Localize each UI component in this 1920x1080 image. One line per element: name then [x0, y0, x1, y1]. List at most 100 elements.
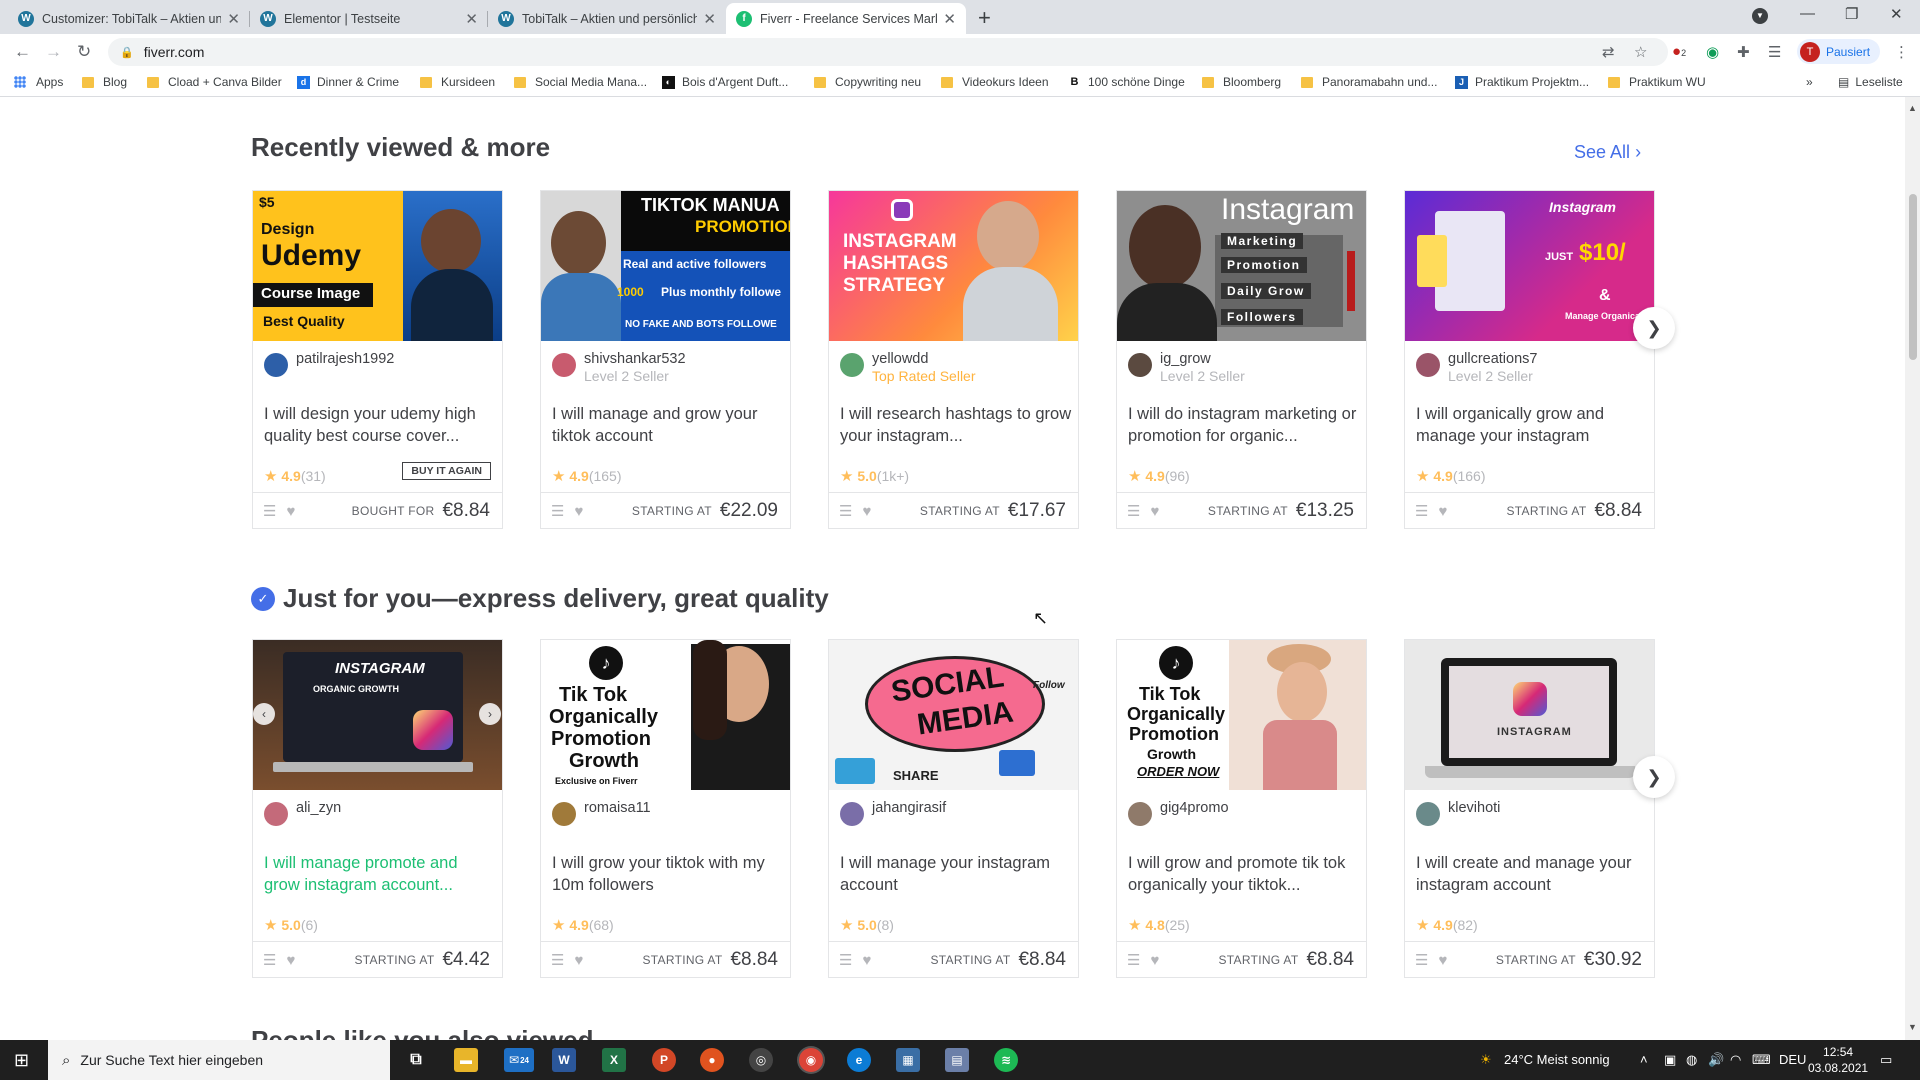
gig-card[interactable]: INSTAGRAM HASHTAGS STRATEGY yellowdd Top …: [828, 190, 1079, 529]
heart-icon[interactable]: ♥: [1150, 503, 1159, 520]
bookmark-folder[interactable]: Cload + Canva Bilder: [147, 75, 282, 89]
list-icon[interactable]: ☰: [839, 951, 852, 969]
minimize-icon[interactable]: —: [1800, 5, 1815, 22]
gig-thumbnail[interactable]: INSTAGRAM: [1405, 640, 1654, 790]
scrollbar-thumb[interactable]: [1909, 194, 1917, 360]
slide-prev-button[interactable]: ‹: [253, 703, 275, 725]
reading-list-button[interactable]: ▤ Leseliste: [1838, 75, 1903, 89]
word-icon[interactable]: W: [552, 1048, 576, 1072]
wifi-icon[interactable]: ◠: [1730, 1052, 1741, 1068]
bookmark-folder[interactable]: Copywriting neu: [814, 75, 921, 89]
bookmark-link[interactable]: J Praktikum Projektm...: [1455, 75, 1589, 89]
app-icon[interactable]: ▤: [945, 1048, 969, 1072]
powerpoint-icon[interactable]: P: [652, 1048, 676, 1072]
taskbar-search[interactable]: ⌕ Zur Suche Text hier eingeben: [48, 1040, 390, 1080]
heart-icon[interactable]: ♥: [1438, 503, 1447, 520]
tab-elementor[interactable]: W Elementor | Testseite ✕: [250, 3, 488, 34]
carousel-next-button[interactable]: ❯: [1633, 756, 1675, 798]
heart-icon[interactable]: ♥: [862, 503, 871, 520]
seller-name[interactable]: klevihoti: [1448, 800, 1500, 816]
seller-name[interactable]: gig4promo: [1160, 800, 1229, 816]
gig-card[interactable]: ♪ Tik Tok Organically Promotion Growth E…: [540, 639, 791, 978]
bookmark-folder[interactable]: Praktikum WU: [1608, 75, 1706, 89]
gig-title[interactable]: I will design your udemy high quality be…: [264, 403, 496, 447]
windows-start-icon[interactable]: ⊞: [14, 1050, 29, 1071]
close-icon[interactable]: ✕: [943, 10, 956, 28]
media-queue-icon[interactable]: ☰: [1768, 43, 1781, 61]
gig-thumbnail[interactable]: INSTAGRAM HASHTAGS STRATEGY: [829, 191, 1078, 341]
file-explorer-icon[interactable]: ▬: [454, 1048, 478, 1072]
gig-thumbnail[interactable]: INSTAGRAM ORGANIC GROWTH ‹ ›: [253, 640, 502, 790]
app-icon[interactable]: ◎: [749, 1048, 773, 1072]
bookmark-folder[interactable]: Bloomberg: [1202, 75, 1281, 89]
gig-thumbnail[interactable]: Instagram JUST $10/ & Manage Organically: [1405, 191, 1654, 341]
keyboard-icon[interactable]: ⌨: [1752, 1052, 1771, 1068]
gig-thumbnail[interactable]: SOCIAL MEDIA SHARE Follow: [829, 640, 1078, 790]
list-icon[interactable]: ☰: [839, 502, 852, 520]
profile-button[interactable]: T Pausiert: [1797, 39, 1881, 64]
list-icon[interactable]: ☰: [1127, 951, 1140, 969]
list-icon[interactable]: ☰: [551, 951, 564, 969]
gig-title[interactable]: I will manage your instagram account: [840, 852, 1072, 896]
list-icon[interactable]: ☰: [1415, 951, 1428, 969]
gig-thumbnail[interactable]: ♪ Tik Tok Organically Promotion Growth O…: [1117, 640, 1366, 790]
bookmark-folder[interactable]: Social Media Mana...: [514, 75, 647, 89]
new-tab-button[interactable]: +: [978, 5, 991, 31]
extension-abp-icon[interactable]: ●2: [1672, 43, 1686, 60]
page-scrollbar[interactable]: ▲ ▼: [1905, 97, 1920, 1040]
seller-name[interactable]: ig_grow: [1160, 351, 1245, 367]
forward-icon[interactable]: →: [45, 42, 62, 62]
excel-icon[interactable]: X: [602, 1048, 626, 1072]
bookmark-folder[interactable]: Kursideen: [420, 75, 495, 89]
edge-icon[interactable]: e: [847, 1048, 871, 1072]
tray-overflow-icon[interactable]: ˄: [1640, 1052, 1648, 1067]
list-icon[interactable]: ☰: [1415, 502, 1428, 520]
seller-name[interactable]: ali_zyn: [296, 800, 341, 816]
close-icon[interactable]: ✕: [465, 10, 478, 28]
bookmark-link[interactable]: d Dinner & Crime: [297, 75, 399, 89]
gig-title[interactable]: I will grow and promote tik tok organica…: [1128, 852, 1360, 896]
close-icon[interactable]: ✕: [703, 10, 716, 28]
gig-title[interactable]: I will manage promote and grow instagram…: [264, 852, 496, 896]
gig-card[interactable]: ♪ Tik Tok Organically Promotion Growth O…: [1116, 639, 1367, 978]
scroll-down-icon[interactable]: ▼: [1908, 1022, 1917, 1032]
address-bar[interactable]: 🔒 fiverr.com: [108, 38, 1668, 66]
back-icon[interactable]: ←: [14, 42, 31, 62]
weather-text[interactable]: 24°C Meist sonnig: [1504, 1052, 1610, 1067]
more-menu-icon[interactable]: ⋮: [1894, 43, 1909, 61]
heart-icon[interactable]: ♥: [574, 952, 583, 969]
heart-icon[interactable]: ♥: [286, 503, 295, 520]
spotify-icon[interactable]: ≋: [994, 1048, 1018, 1072]
seller-name[interactable]: jahangirasif: [872, 800, 946, 816]
gig-card[interactable]: Instagram Marketing Promotion Daily Grow…: [1116, 190, 1367, 529]
buy-it-again-button[interactable]: BUY IT AGAIN: [402, 462, 491, 480]
gig-card[interactable]: INSTAGRAM klevihoti I will create and ma…: [1404, 639, 1655, 978]
mail-icon[interactable]: ✉ 24: [504, 1048, 534, 1072]
close-icon[interactable]: ✕: [227, 10, 240, 28]
gig-title[interactable]: I will create and manage your instagram …: [1416, 852, 1648, 896]
seller-name[interactable]: gullcreations7: [1448, 351, 1537, 367]
seller-name[interactable]: patilrajesh1992: [296, 351, 394, 367]
carousel-next-button[interactable]: ❯: [1633, 307, 1675, 349]
heart-icon[interactable]: ♥: [862, 952, 871, 969]
heart-icon[interactable]: ♥: [574, 503, 583, 520]
tray-app-icon[interactable]: ▣: [1664, 1052, 1676, 1068]
scroll-up-icon[interactable]: ▲: [1908, 103, 1917, 113]
bookmark-link[interactable]: B 100 schöne Dinge: [1068, 75, 1185, 89]
more-bookmarks-button[interactable]: »: [1806, 75, 1813, 89]
gig-title[interactable]: I will do instagram marketing or promoti…: [1128, 403, 1360, 447]
extensions-puzzle-icon[interactable]: ✚: [1737, 43, 1750, 61]
gig-card[interactable]: SOCIAL MEDIA SHARE Follow jahangirasif I…: [828, 639, 1079, 978]
seller-name[interactable]: shivshankar532: [584, 351, 686, 367]
app-icon[interactable]: ▦: [896, 1048, 920, 1072]
heart-icon[interactable]: ♥: [286, 952, 295, 969]
see-all-link[interactable]: See All ›: [1574, 142, 1641, 163]
extension-grammarly-icon[interactable]: ◉: [1706, 43, 1719, 61]
gig-thumbnail[interactable]: $5 Design Udemy Course Image Best Qualit…: [253, 191, 502, 341]
bookmark-star-icon[interactable]: ☆: [1634, 43, 1647, 61]
tray-app-icon[interactable]: ◍: [1686, 1052, 1697, 1068]
tab-tobitalk[interactable]: W TobiTalk – Aktien und persönliche ✕: [488, 3, 726, 34]
tab-fiverr[interactable]: f Fiverr - Freelance Services Marke ✕: [726, 3, 966, 34]
window-close-icon[interactable]: ✕: [1890, 5, 1903, 23]
tab-customizer[interactable]: W Customizer: TobiTalk – Aktien und ✕: [8, 3, 250, 34]
